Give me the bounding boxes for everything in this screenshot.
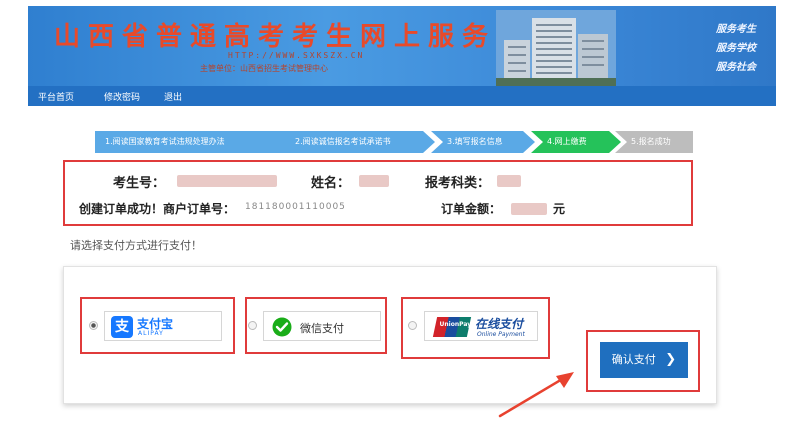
sponsor-text: 主管单位：山西省招生考试管理中心 (200, 64, 328, 73)
wechat-radio[interactable] (248, 321, 257, 330)
name-redacted (359, 175, 389, 187)
slogan-1: 服务考生 (716, 24, 756, 35)
amount-label: 订单金额： (441, 202, 502, 216)
nav-logout-link[interactable]: 退出 (164, 90, 182, 103)
site-title: 山西省普通高考考生网上服务平台 (54, 22, 565, 52)
amount-unit: 元 (553, 202, 566, 216)
chevron-right-icon: ❯ (665, 352, 677, 367)
step-3: 3.填写报名信息 (431, 131, 535, 153)
building-image (496, 10, 616, 86)
annotation-arrow-icon (498, 372, 574, 418)
amount-redacted (511, 203, 547, 215)
unionpay-option[interactable]: UnionPay 在线支付 Online Payment (424, 311, 538, 341)
step-1: 1.阅读国家教育考试违规处理办法 (95, 131, 295, 153)
category-label: 报考科类： (425, 176, 491, 191)
candidate-no-label: 考生号： (113, 176, 166, 191)
category-redacted (497, 175, 521, 187)
site-header: 山西省普通高考考生网上服务平台 HTTP://WWW.SXKSZX.CN 主管单… (28, 6, 776, 86)
candidate-no-redacted (177, 175, 277, 187)
step-2: 2.阅读诚信报名考试承诺书 (279, 131, 435, 153)
payment-prompt: 请选择支付方式进行支付！ (70, 239, 202, 252)
alipay-radio[interactable] (89, 321, 98, 330)
alipay-icon: 支 (111, 316, 133, 338)
slogan-3: 服务社会 (716, 62, 756, 73)
nav-home-link[interactable]: 平台首页 (38, 90, 74, 103)
alipay-option[interactable]: 支 支付宝 ALIPAY (104, 311, 222, 341)
unionpay-label: 在线支付 (475, 317, 524, 331)
order-info-box: 考生号： 姓名： 报考科类： 创建订单成功！商户订单号： 18118000111… (63, 160, 693, 226)
wechat-option[interactable]: 微信支付 (263, 311, 381, 341)
order-no-label: 创建订单成功！商户订单号： (79, 202, 236, 216)
step-5: 5.报名成功 (615, 131, 693, 153)
site-url: HTTP://WWW.SXKSZX.CN (228, 51, 365, 60)
order-no-value: 181180001110005 (245, 202, 346, 212)
wechat-label: 微信支付 (300, 322, 344, 335)
step-4-current: 4.网上缴费 (531, 131, 621, 153)
name-label: 姓名： (311, 176, 351, 191)
confirm-payment-button[interactable]: 确认支付 ❯ (600, 342, 688, 378)
nav-bar: 平台首页 修改密码 退出 (28, 86, 776, 106)
alipay-sublabel: ALIPAY (138, 330, 164, 337)
unionpay-logo: UnionPay (432, 317, 472, 337)
unionpay-sublabel: Online Payment (477, 331, 525, 338)
wechat-check-icon (272, 317, 292, 337)
nav-change-password-link[interactable]: 修改密码 (104, 90, 140, 103)
unionpay-radio[interactable] (408, 321, 417, 330)
unionpay-brand: UnionPay (439, 321, 472, 328)
confirm-payment-label: 确认支付 (611, 353, 656, 366)
slogan-2: 服务学校 (716, 43, 756, 54)
